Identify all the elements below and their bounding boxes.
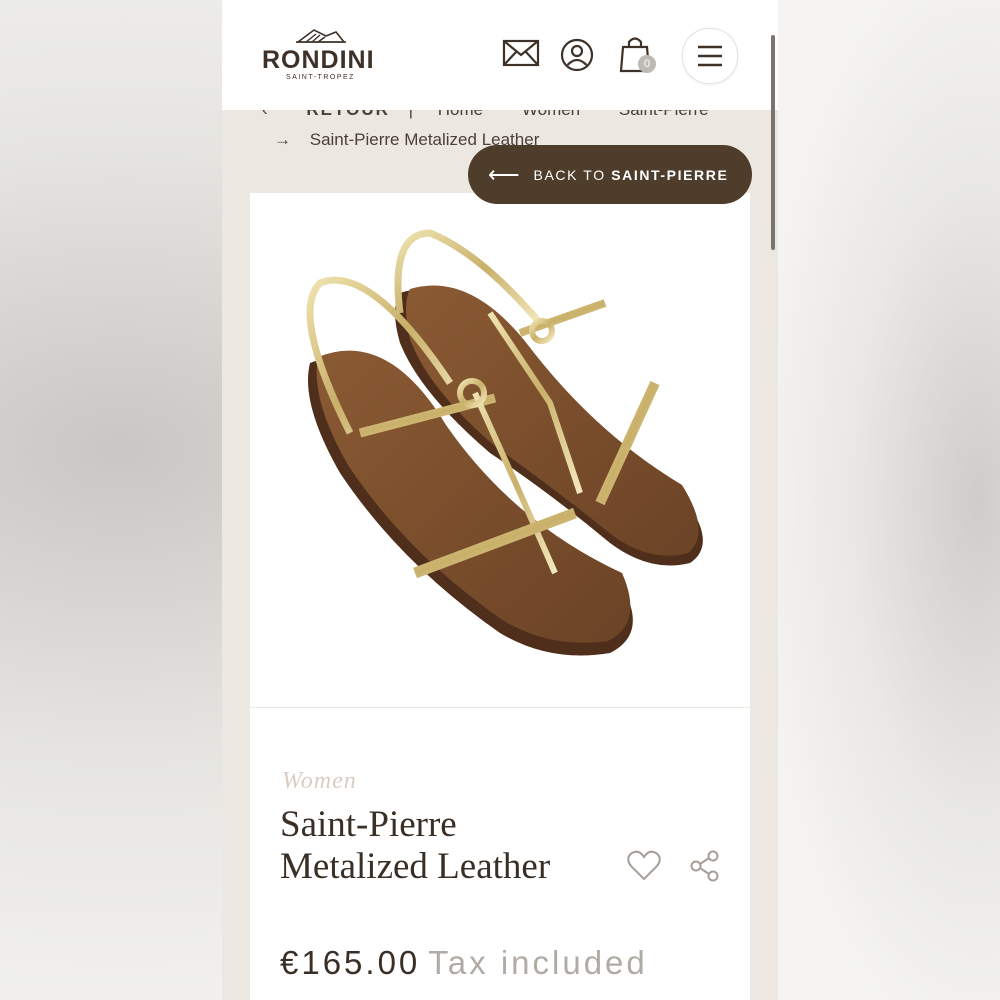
product-category[interactable]: Women: [282, 768, 357, 795]
back-to-collection-button[interactable]: ⟵ BACK TO SAINT-PIERRE: [468, 145, 752, 204]
menu-icon: [698, 45, 722, 67]
back-button-prefix: BACK TO: [533, 166, 612, 183]
tax-note: Tax included: [428, 944, 648, 981]
phone-screen: RONDINI SAINT-TROPEZ 0 ‹ RETOUR: [222, 0, 778, 1000]
share-icon[interactable]: [690, 850, 720, 882]
sandals-photo: [306, 229, 703, 656]
site-header: RONDINI SAINT-TROPEZ 0: [222, 0, 778, 110]
mail-icon[interactable]: [502, 36, 540, 70]
cart-count-badge: 0: [638, 55, 656, 73]
scrollbar[interactable]: [771, 35, 775, 250]
account-icon[interactable]: [560, 38, 594, 72]
product-title: Saint-Pierre Metalized Leather: [280, 804, 551, 887]
heart-icon[interactable]: [626, 850, 662, 882]
brand-name: RONDINI: [262, 46, 375, 74]
logo-mark-icon: [296, 29, 346, 43]
arrow-left-icon: ⟵: [488, 161, 520, 187]
menu-button[interactable]: [682, 28, 738, 84]
back-button-target: SAINT-PIERRE: [611, 166, 729, 183]
product-price: €165.00 Tax included: [280, 944, 648, 982]
back-button-label: BACK TO SAINT-PIERRE: [534, 167, 729, 183]
product-info-card: Women Saint-Pierre Metalized Leather €16…: [250, 708, 750, 1000]
brand-logo[interactable]: RONDINI SAINT-TROPEZ: [262, 26, 382, 86]
product-image[interactable]: [250, 193, 750, 707]
brand-tagline: SAINT-TROPEZ: [286, 74, 355, 81]
backdrop-right: [778, 0, 1000, 1000]
breadcrumb-arrow-icon: →: [274, 130, 291, 149]
price-value: €165.00: [280, 944, 421, 981]
